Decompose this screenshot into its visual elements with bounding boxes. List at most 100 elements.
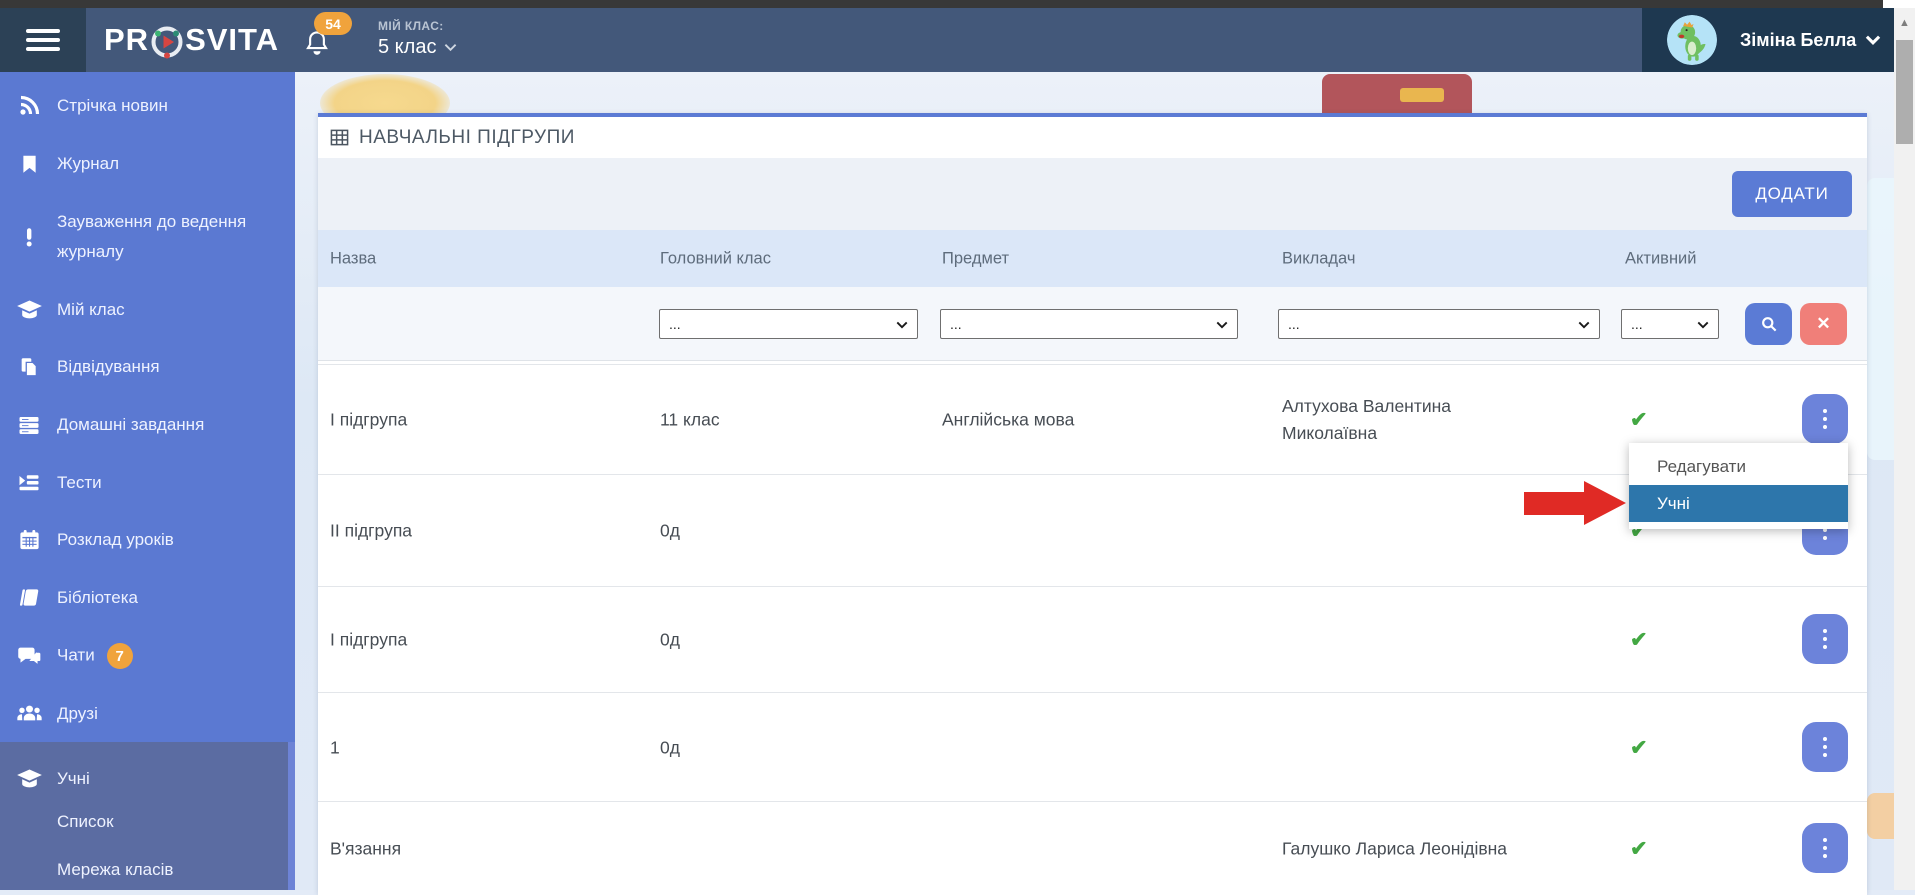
menu-toggle-button[interactable] bbox=[0, 8, 86, 72]
content-area: НАВЧАЛЬНІ ПІДГРУПИ ДОДАТИ Назва Головний … bbox=[295, 72, 1894, 895]
exclamation-icon bbox=[11, 226, 47, 248]
bookmark-icon bbox=[11, 154, 47, 175]
cell-teacher: Галушко Лариса Леонідівна bbox=[1282, 837, 1508, 858]
user-menu[interactable]: Зіміна Белла bbox=[1642, 8, 1894, 72]
sidebar-item-label: Зауваження до ведення журналу bbox=[57, 212, 247, 261]
filter-select-teacher[interactable]: ... bbox=[1278, 309, 1600, 339]
notifications-button[interactable]: 54 bbox=[300, 8, 364, 72]
chevron-down-icon bbox=[1578, 316, 1590, 332]
sidebar-item[interactable]: Домашні завдання bbox=[0, 396, 295, 454]
filter-select-value: ... bbox=[1631, 316, 1643, 332]
scrollbar-thumb[interactable] bbox=[1896, 40, 1913, 144]
chats-unread-badge: 7 bbox=[106, 643, 133, 669]
filter-select-active[interactable]: ... bbox=[1621, 309, 1719, 339]
sidebar-subitem[interactable]: Список bbox=[57, 798, 277, 846]
panel-toolbar: ДОДАТИ bbox=[318, 158, 1867, 230]
clear-filters-button[interactable]: ✕ bbox=[1800, 303, 1847, 345]
sidebar-item-label: Журнал bbox=[57, 154, 120, 173]
sidebar-item-label: Мій клас bbox=[57, 300, 125, 319]
logo-text-post: SVITA bbox=[185, 22, 280, 57]
sidebar-item-label: Тести bbox=[57, 473, 102, 492]
sidebar-item-label: Бібліотека bbox=[57, 588, 138, 607]
column-header: Предмет bbox=[942, 249, 1010, 267]
sidebar-item-label: Учні bbox=[57, 769, 90, 788]
sidebar-subitem-label: Список bbox=[57, 812, 114, 831]
sidebar-item[interactable]: Журнал bbox=[0, 135, 295, 193]
row-actions-button[interactable] bbox=[1802, 394, 1848, 444]
class-picker-value: 5 клас bbox=[378, 36, 437, 58]
cell-main-class: 0д bbox=[660, 520, 680, 541]
column-header: Головний клас bbox=[660, 249, 771, 267]
chevron-down-icon bbox=[1216, 316, 1228, 332]
hamburger-icon bbox=[26, 29, 60, 33]
column-header: Активний bbox=[1625, 249, 1697, 267]
panel-title: НАВЧАЛЬНІ ПІДГРУПИ bbox=[330, 127, 575, 149]
cell-name: ІІ підгрупа bbox=[330, 520, 413, 541]
class-picker-dropdown[interactable]: МІЙ КЛАС: 5 клас bbox=[378, 8, 457, 72]
decor-background-card bbox=[1867, 178, 1894, 460]
row-actions-button[interactable] bbox=[1802, 721, 1848, 772]
filter-select-value: ... bbox=[950, 316, 962, 332]
sidebar-subitem[interactable]: Мережа класів bbox=[57, 846, 277, 894]
row-actions-button[interactable] bbox=[1802, 822, 1848, 873]
context-menu-item-edit[interactable]: Редагувати bbox=[1629, 448, 1848, 485]
table-row: 1 0д ✔ bbox=[318, 692, 1867, 802]
table-row: В'язання Галушко Лариса Леонідівна ✔ bbox=[318, 801, 1867, 895]
attendance-icon bbox=[11, 356, 47, 378]
app-header: PR SVITA 54 МІЙ КЛАС: 5 клас Зіміна Белл… bbox=[0, 8, 1915, 72]
chevron-down-icon bbox=[1697, 316, 1709, 332]
sidebar-active-section: Учні Список Мережа класів bbox=[0, 742, 295, 890]
sidebar-item-label: Чати 7 bbox=[57, 643, 133, 669]
sidebar-item-label: Друзі bbox=[57, 704, 98, 723]
sidebar-scrollbar-sliver bbox=[288, 742, 295, 890]
add-button[interactable]: ДОДАТИ bbox=[1732, 171, 1852, 217]
row-actions-button[interactable] bbox=[1802, 614, 1848, 664]
browser-top-strip bbox=[0, 0, 1883, 8]
tests-icon bbox=[11, 471, 47, 495]
search-button[interactable] bbox=[1745, 303, 1792, 345]
chevron-down-icon bbox=[1866, 35, 1881, 45]
sidebar-item[interactable]: Мій клас bbox=[0, 281, 295, 339]
play-logo-icon bbox=[150, 25, 184, 59]
sidebar-item[interactable]: Стрічка новин bbox=[0, 77, 295, 135]
sidebar-item-label: Розклад уроків bbox=[57, 530, 174, 549]
friends-icon bbox=[11, 701, 47, 728]
chevron-down-icon bbox=[896, 316, 908, 332]
close-icon: ✕ bbox=[1816, 314, 1831, 333]
sidebar-item-label: Відвідування bbox=[57, 357, 160, 376]
sidebar-item[interactable]: Бібліотека bbox=[0, 569, 295, 627]
user-name: Зіміна Белла bbox=[1740, 29, 1857, 50]
filter-select-subject[interactable]: ... bbox=[940, 309, 1238, 339]
cell-name: І підгрупа bbox=[330, 629, 408, 650]
sidebar-item[interactable]: Друзі bbox=[0, 685, 295, 743]
cell-main-class: 11 клас bbox=[660, 409, 720, 430]
table-filter-row: ✕ ............ bbox=[318, 287, 1867, 361]
calendar-icon bbox=[11, 529, 47, 552]
app-logo[interactable]: PR SVITA bbox=[104, 8, 279, 72]
sidebar-item[interactable]: Зауваження до ведення журналу bbox=[0, 193, 295, 281]
homework-icon bbox=[11, 413, 47, 437]
scroll-up-arrow[interactable]: ▲ bbox=[1894, 12, 1915, 34]
browser-top-strip-corner bbox=[1883, 0, 1915, 8]
sidebar-subitem-label: Мережа класів bbox=[57, 860, 174, 879]
active-check-icon: ✔ bbox=[1630, 736, 1648, 759]
active-check-icon: ✔ bbox=[1630, 628, 1648, 652]
cell-teacher: Алтухова Валентина Миколаївна bbox=[1282, 395, 1452, 443]
active-check-icon: ✔ bbox=[1630, 408, 1648, 432]
column-header: Назва bbox=[330, 249, 377, 267]
panel-header: НАВЧАЛЬНІ ПІДГРУПИ bbox=[318, 117, 1867, 158]
logo-text-pre: PR bbox=[104, 22, 150, 57]
sidebar-item[interactable]: Розклад уроків bbox=[0, 511, 295, 569]
notification-count-badge: 54 bbox=[314, 12, 352, 35]
search-icon bbox=[1761, 317, 1776, 332]
sidebar-item[interactable]: Чати 7 bbox=[0, 627, 295, 685]
context-menu-item-students[interactable]: Учні bbox=[1629, 485, 1848, 522]
sidebar-item-label: Домашні завдання bbox=[57, 415, 205, 434]
chats-icon bbox=[11, 643, 47, 670]
sidebar-item[interactable]: Тести bbox=[0, 454, 295, 512]
sidebar-item[interactable]: Відвідування bbox=[0, 338, 295, 396]
filter-select-main-class[interactable]: ... bbox=[659, 309, 918, 339]
page-scrollbar[interactable]: ▲ bbox=[1894, 8, 1915, 890]
graduation-cap-icon bbox=[11, 297, 47, 324]
class-picker-label: МІЙ КЛАС: bbox=[378, 19, 444, 33]
